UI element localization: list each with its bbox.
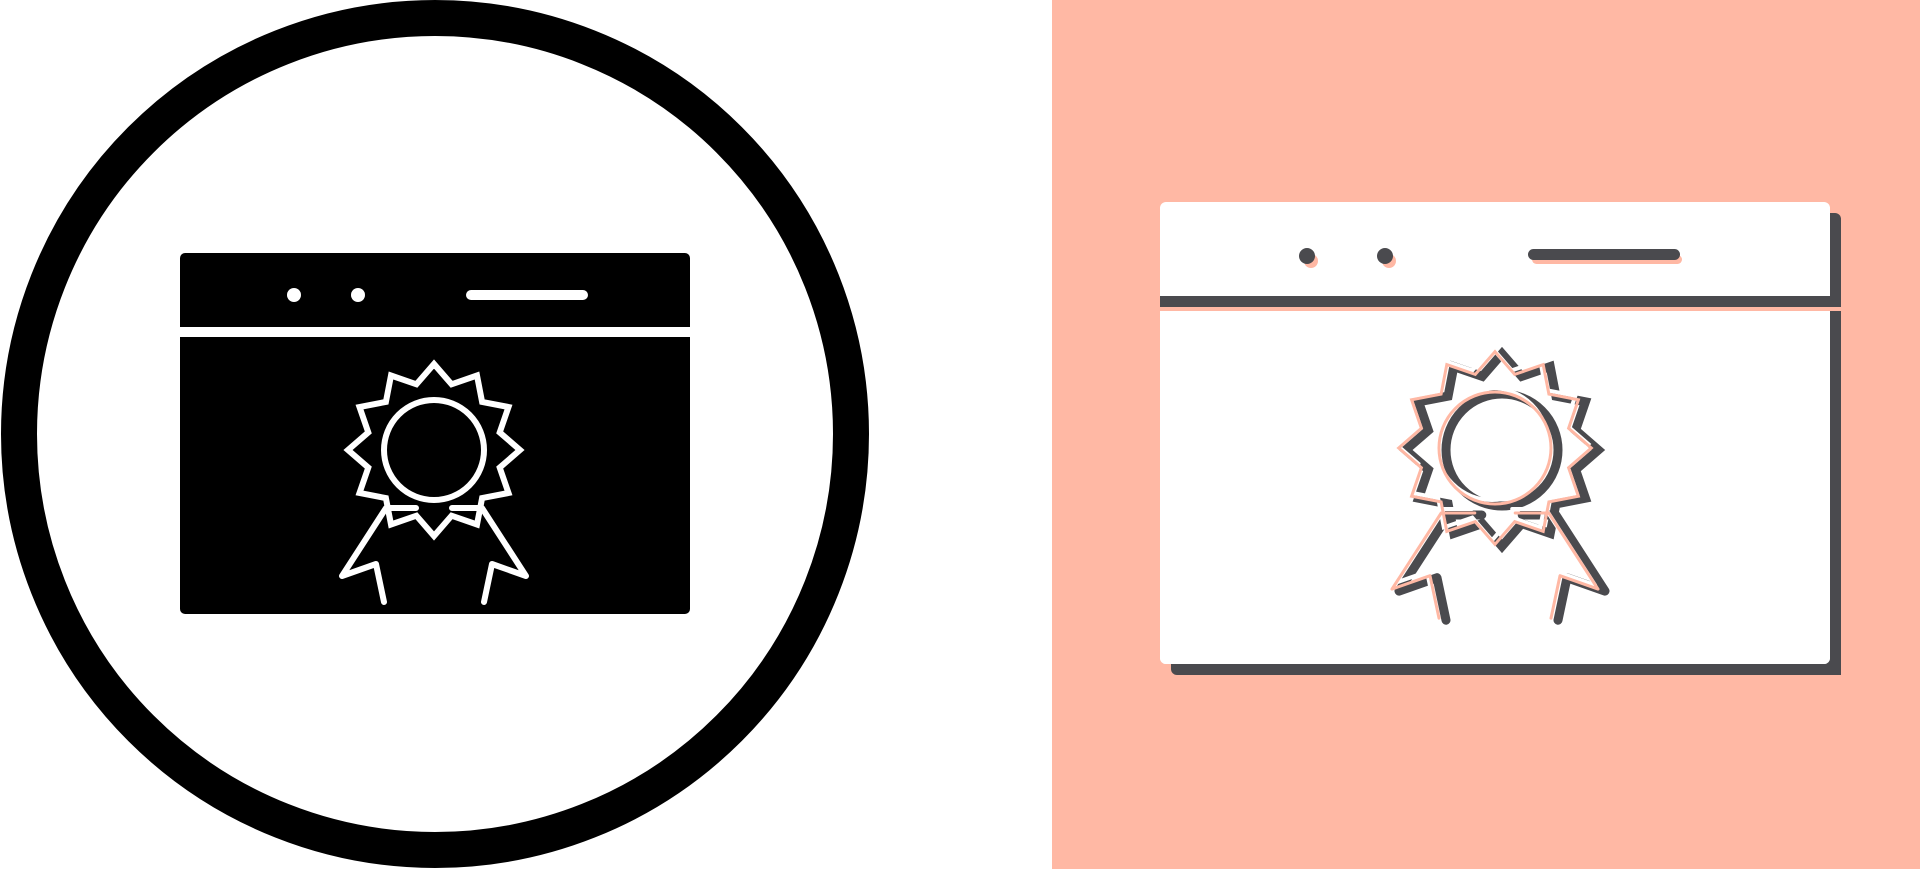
header-divider-accent bbox=[1160, 307, 1841, 311]
browser-certificate-duotone-icon bbox=[1052, 0, 1920, 869]
window-dot-icon bbox=[1299, 248, 1315, 264]
browser-window-fill bbox=[180, 253, 690, 614]
icon-showcase bbox=[0, 0, 1920, 869]
browser-header-divider bbox=[180, 327, 690, 337]
content-shadow-strip bbox=[1830, 311, 1841, 675]
address-bar bbox=[466, 290, 588, 300]
window-dot-icon bbox=[287, 288, 301, 302]
duotone-icon-panel bbox=[1052, 0, 1920, 869]
address-bar bbox=[1528, 249, 1680, 260]
browser-certificate-glyph-icon bbox=[1, 0, 869, 868]
window-dot-icon bbox=[351, 288, 365, 302]
glyph-icon-panel bbox=[0, 0, 1052, 869]
window-dot-icon bbox=[1377, 248, 1393, 264]
